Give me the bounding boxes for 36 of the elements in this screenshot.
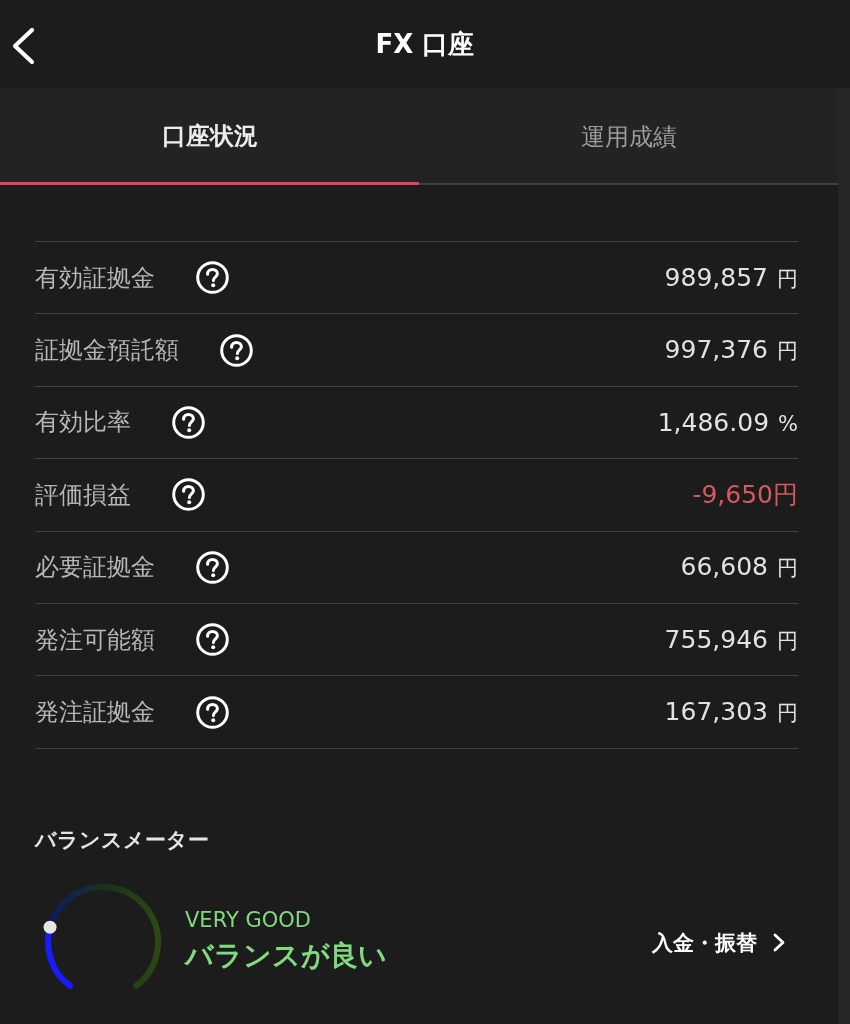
row-value: 66,608 bbox=[680, 552, 768, 582]
chevron-right-icon bbox=[773, 933, 785, 953]
tab[interactable]: 口座状況 bbox=[0, 88, 419, 185]
row-value: 755,946 bbox=[664, 624, 768, 654]
row-label: 有効証拠金 bbox=[35, 262, 155, 294]
help-icon[interactable] bbox=[196, 261, 229, 295]
row-label: 証拠金預託額 bbox=[35, 335, 179, 367]
unit-label: 円 bbox=[777, 338, 798, 366]
unit-label: 円 bbox=[777, 555, 798, 583]
help-icon[interactable] bbox=[172, 405, 205, 439]
row-label: 有効比率 bbox=[35, 407, 131, 439]
row-label: 発注可能額 bbox=[35, 624, 155, 656]
row-value: 989,857 bbox=[664, 262, 768, 292]
page-title: FX 口座 bbox=[375, 28, 475, 60]
section-title: バランスメーター bbox=[35, 826, 209, 853]
deposit-transfer-link[interactable]: 入金・振替 bbox=[652, 929, 785, 956]
row-value: 997,376 bbox=[664, 335, 768, 365]
row-value: -9,650円 bbox=[692, 479, 798, 512]
help-icon[interactable] bbox=[196, 695, 229, 729]
unit-label: 円 bbox=[777, 627, 798, 655]
help-icon[interactable] bbox=[196, 550, 229, 584]
row-label: 発注証拠金 bbox=[35, 697, 155, 729]
row-value: 1,486.09 bbox=[657, 407, 770, 437]
chevron-left-icon bbox=[11, 27, 35, 65]
help-icon[interactable] bbox=[196, 623, 229, 657]
help-icon[interactable] bbox=[172, 478, 205, 512]
balance-message: バランスが良い bbox=[185, 938, 387, 973]
row-label: 評価損益 bbox=[35, 479, 131, 511]
row-value: 167,303 bbox=[664, 697, 768, 727]
help-icon[interactable] bbox=[220, 333, 253, 367]
rating-label: VERY GOOD bbox=[185, 906, 311, 933]
row-label: 必要証拠金 bbox=[35, 552, 155, 584]
unit-label: 円 bbox=[777, 265, 798, 293]
unit-label: % bbox=[778, 411, 798, 436]
unit-label: 円 bbox=[777, 700, 798, 728]
back-button[interactable] bbox=[11, 27, 35, 65]
